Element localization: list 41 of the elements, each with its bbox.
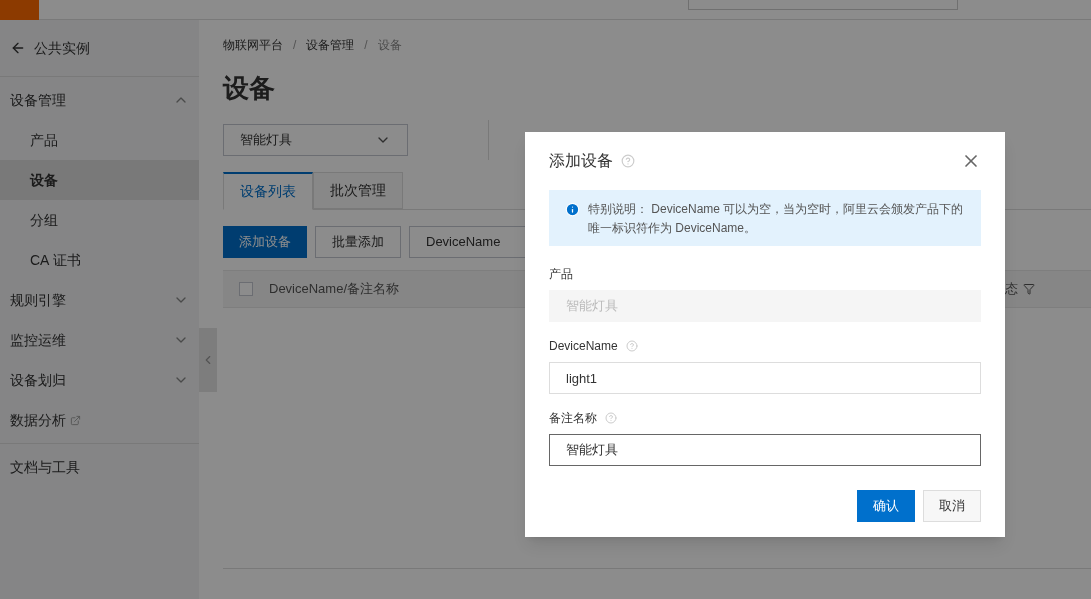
dialog-title: 添加设备: [549, 151, 613, 171]
confirm-button[interactable]: 确认: [857, 490, 915, 522]
input-field[interactable]: 智能灯具: [549, 434, 981, 466]
breadcrumb-separator: /: [364, 37, 368, 54]
column-header: 态: [1005, 280, 1018, 299]
tab[interactable]: 批次管理: [313, 172, 403, 209]
field-label: 备注名称: [549, 410, 597, 427]
input-field[interactable]: light1: [549, 362, 981, 394]
notice-text: 特别说明： DeviceName 可以为空，当为空时，阿里云会颁发产品下的唯一标识符作为 DeviceName。: [588, 201, 965, 236]
breadcrumb-item: 设备: [377, 37, 402, 54]
help-icon[interactable]: [605, 412, 617, 424]
sidebar-group[interactable]: 监控运维: [10, 329, 66, 351]
help-icon[interactable]: [625, 340, 638, 352]
collapse-handle[interactable]: [199, 328, 217, 392]
sidebar-group[interactable]: 设备管理: [10, 89, 66, 111]
sidebar-item[interactable]: 分组: [0, 200, 199, 240]
sidebar-group[interactable]: 规则引擎: [10, 289, 66, 311]
field-label: DeviceName: [549, 338, 618, 355]
breadcrumb-item[interactable]: 设备管理: [306, 36, 355, 54]
help-icon[interactable]: [621, 154, 635, 168]
batch-add-button[interactable]: 批量添加: [315, 226, 401, 258]
sidebar-link[interactable]: 文档与工具: [10, 456, 80, 478]
breadcrumb-item[interactable]: 物联网平台: [223, 36, 283, 54]
product-select[interactable]: 智能灯具: [223, 124, 408, 156]
sidebar-item[interactable]: 产品: [0, 120, 199, 160]
field-label: 产品: [549, 266, 573, 283]
back-link[interactable]: 公共实例: [34, 37, 90, 59]
external-link-icon: [70, 414, 81, 426]
info-icon: [565, 202, 580, 217]
tab[interactable]: 设备列表: [223, 172, 313, 210]
page-title: 设备: [223, 72, 276, 105]
add-device-button[interactable]: 添加设备: [223, 226, 307, 258]
sidebar-item[interactable]: 设备: [0, 160, 199, 200]
sidebar-item[interactable]: CA 证书: [0, 240, 199, 280]
checkbox[interactable]: [239, 282, 253, 296]
breadcrumb-separator: /: [293, 37, 297, 54]
sidebar-group[interactable]: 设备划归: [10, 369, 66, 391]
sidebar-link[interactable]: 数据分析: [10, 409, 66, 431]
column-header: DeviceName/备注名称: [269, 280, 400, 299]
cancel-button[interactable]: 取消: [923, 490, 981, 522]
filter-icon[interactable]: [1023, 283, 1035, 295]
